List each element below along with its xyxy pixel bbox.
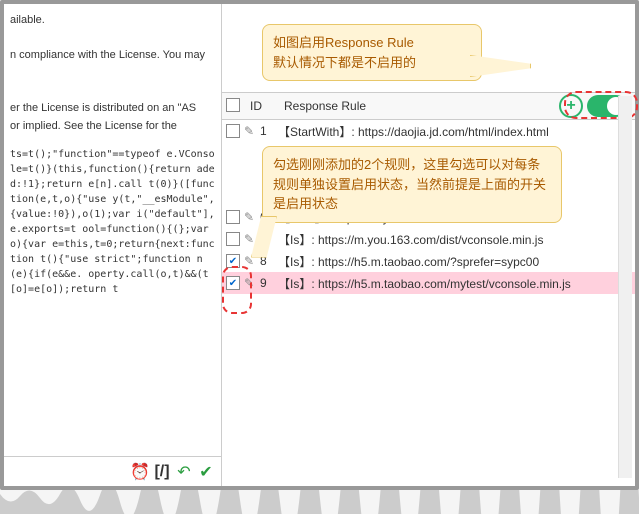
vertical-scrollbar[interactable] [618,96,632,478]
format-icon[interactable]: [/] [153,463,171,481]
table-row[interactable]: ✎7【Is】: https://m.you.163.com/dist/vcons… [222,228,635,250]
right-panel: 如图启用Response Rule 默认情况下都是不启用的 勾选刚刚添加的2个规… [222,4,635,486]
row-checkbox[interactable] [226,124,240,138]
edit-icon[interactable]: ✎ [244,124,258,138]
add-rule-button[interactable]: + [559,94,583,118]
edit-icon[interactable]: ✎ [244,210,258,224]
row-checkbox[interactable] [226,276,240,290]
row-checkbox[interactable] [226,210,240,224]
row-checkbox[interactable] [226,254,240,268]
code-snippet: ts=t();"function"==typeof e.VConsole=t()… [4,143,221,456]
confirm-icon[interactable]: ✔ [197,463,215,481]
column-response-rule[interactable]: Response Rule [284,99,559,113]
column-id[interactable]: ID [250,99,284,113]
row-rule-text: 【Is】: https://h5.m.taobao.com/mytest/vco… [278,275,635,292]
row-id: 1 [260,124,278,138]
callout-enable-rule: 如图启用Response Rule 默认情况下都是不启用的 [262,24,482,81]
edit-icon[interactable]: ✎ [244,276,258,290]
row-id: 9 [260,276,278,290]
row-rule-text: 【Is】: https://h5.m.taobao.com/?sprefer=s… [278,253,635,270]
row-rule-text: 【Is】: https://m.you.163.com/dist/vconsol… [278,231,635,248]
row-checkbox[interactable] [226,232,240,246]
table-row[interactable]: ✎1【StartWith】: https://daojia.jd.com/htm… [222,120,635,142]
torn-edge-decoration [0,490,639,514]
left-toolbar: ⏰ [/] ↶ ✔ [4,456,221,486]
callout-checkbox-tip: 勾选刚刚添加的2个规则，这里勾选可以对每条规则单独设置启用状态，当然前提是上面的… [262,146,562,223]
left-panel: ailable. n compliance with the License. … [4,4,222,486]
table-row[interactable]: ✎8【Is】: https://h5.m.taobao.com/?sprefer… [222,250,635,272]
table-row[interactable]: ✎9【Is】: https://h5.m.taobao.com/mytest/v… [222,272,635,294]
license-text: ailable. n compliance with the License. … [4,4,221,143]
table-header: ID Response Rule + [222,92,635,120]
undo-icon[interactable]: ↶ [175,463,193,481]
row-rule-text: 【StartWith】: https://daojia.jd.com/html/… [278,123,635,140]
clock-icon[interactable]: ⏰ [131,463,149,481]
header-checkbox[interactable] [226,98,240,112]
